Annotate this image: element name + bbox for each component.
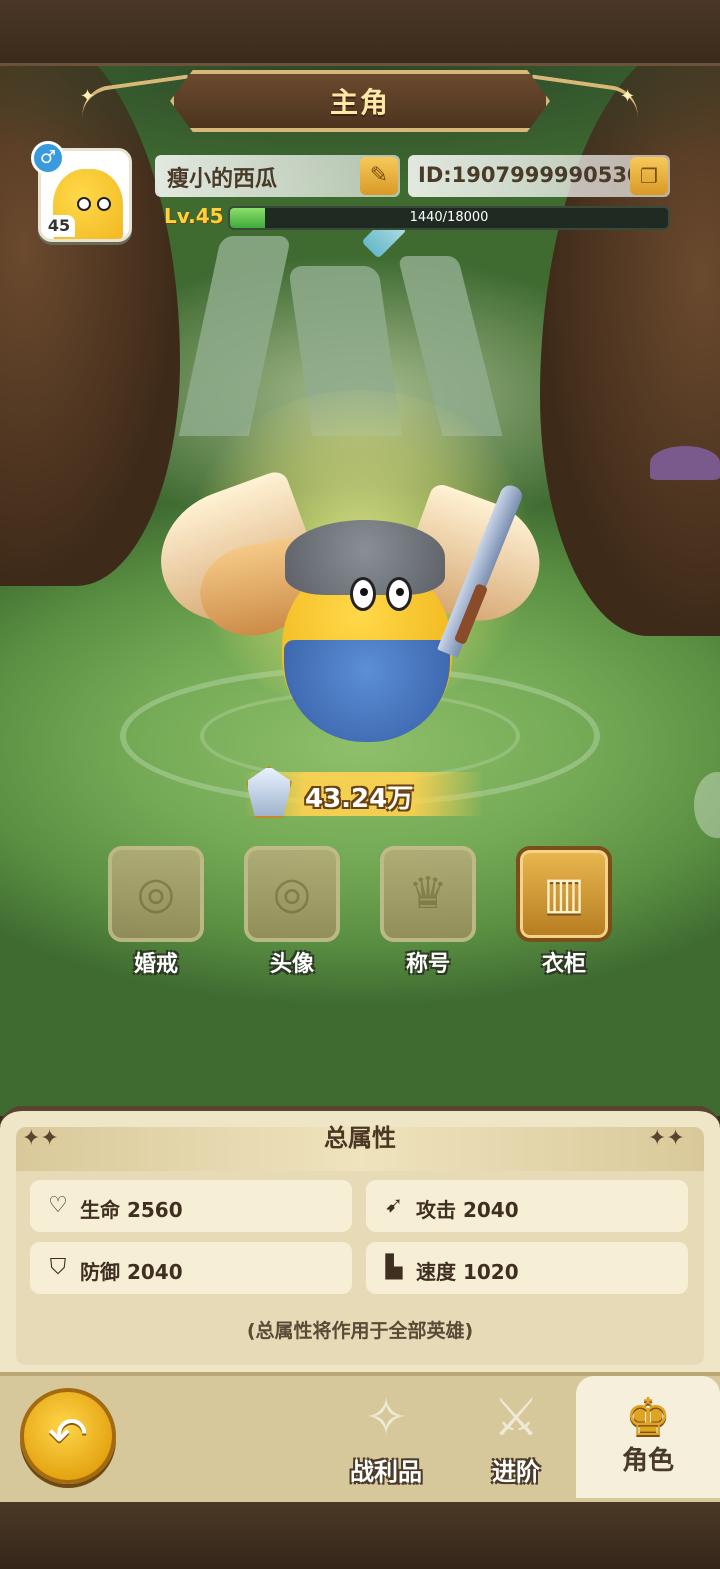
top-status-bar bbox=[0, 0, 720, 66]
stat-hp: ♡ 生命 2560 bbox=[30, 1180, 352, 1232]
avatar-frame-button[interactable]: ◎ bbox=[244, 846, 340, 942]
title-label: 称号 bbox=[405, 952, 450, 977]
stat-attack-label: 攻击 2040 bbox=[416, 1198, 519, 1222]
ring-button[interactable]: ◎ bbox=[108, 846, 204, 942]
character-eye bbox=[350, 577, 376, 611]
player-id: ID:1907999990530 bbox=[418, 163, 642, 187]
player-name: 瘦小的西瓜 bbox=[167, 167, 278, 192]
tab-character[interactable]: ♚ 角色 bbox=[576, 1376, 720, 1498]
avatar-frame-label: 头像 bbox=[269, 952, 314, 977]
tab-character-label: 角色 bbox=[621, 1446, 674, 1476]
wardrobe-label: 衣柜 bbox=[541, 952, 586, 977]
title-banner: 主角 bbox=[170, 70, 550, 132]
character-eye bbox=[386, 577, 412, 611]
edit-name-button[interactable]: ✎ bbox=[360, 157, 398, 195]
sword-upgrade-icon: ⚔ bbox=[492, 1388, 540, 1448]
crown-icon: ♛ bbox=[408, 868, 448, 919]
stat-speed-label: 速度 1020 bbox=[416, 1260, 519, 1284]
avatar-level-badge: 45 bbox=[43, 215, 75, 237]
tab-loot-label: 战利品 bbox=[350, 1458, 422, 1486]
heart-icon: ♡ bbox=[48, 1193, 68, 1218]
tab-advance-label: 进阶 bbox=[492, 1458, 540, 1486]
level-label: Lv.45 bbox=[164, 204, 224, 228]
copy-id-button[interactable]: ❐ bbox=[630, 157, 668, 195]
attribute-title: 总属性 bbox=[324, 1124, 396, 1152]
sparkle-icon: ✦ bbox=[80, 86, 96, 107]
wardrobe-icon: ▥ bbox=[543, 868, 585, 919]
copy-icon: ❐ bbox=[640, 164, 658, 188]
stat-hp-label: 生命 2560 bbox=[80, 1198, 183, 1222]
stat-speed: ▙ 速度 1020 bbox=[366, 1242, 688, 1294]
avatar-frame-icon: ◎ bbox=[272, 868, 312, 919]
stat-defense: ⛉ 防御 2040 bbox=[30, 1242, 352, 1294]
title-button[interactable]: ♛ bbox=[380, 846, 476, 942]
tab-advance[interactable]: ⚔ 进阶 bbox=[456, 1376, 576, 1498]
pupil bbox=[360, 588, 368, 596]
avatar-eye bbox=[97, 197, 111, 211]
ring-icon: ◎ bbox=[136, 868, 176, 919]
wardrobe-button[interactable]: ▥ bbox=[516, 846, 612, 942]
back-button[interactable]: ↶ bbox=[20, 1388, 116, 1484]
bottom-footer bbox=[0, 1502, 720, 1569]
mushroom-decoration bbox=[650, 446, 720, 480]
player-id-field: ID:1907999990530 ❐ bbox=[408, 155, 670, 197]
boot-icon: ▙ bbox=[385, 1255, 403, 1280]
sparkle-icon: ✦ bbox=[620, 86, 636, 107]
shield-icon: ⛉ bbox=[49, 1255, 67, 1280]
stat-defense-label: 防御 2040 bbox=[80, 1260, 183, 1284]
attribute-note: (总属性将作用于全部英雄) bbox=[246, 1320, 474, 1342]
page-title: 主角 bbox=[329, 86, 390, 119]
back-arrow-icon: ↶ bbox=[47, 1407, 89, 1463]
claw-attack-icon: ➹ bbox=[384, 1193, 404, 1218]
avatar-eye bbox=[77, 197, 91, 211]
pencil-icon: ✎ bbox=[369, 163, 389, 188]
tab-loot[interactable]: ✧ 战利品 bbox=[326, 1376, 446, 1498]
male-symbol-icon: ♂ bbox=[31, 141, 65, 175]
background-rock bbox=[178, 236, 292, 436]
xp-progress-bar: 1440/18000 bbox=[228, 206, 670, 230]
loot-icon: ✧ bbox=[364, 1388, 408, 1448]
power-value: 43.24万 bbox=[305, 784, 414, 814]
pupil bbox=[396, 588, 404, 596]
character-icon: ♚ bbox=[624, 1388, 672, 1448]
xp-text: 1440/18000 bbox=[409, 210, 489, 225]
ring-label: 婚戒 bbox=[133, 952, 178, 977]
player-name-field: 瘦小的西瓜 ✎ bbox=[155, 155, 400, 197]
stat-attack: ➹ 攻击 2040 bbox=[366, 1180, 688, 1232]
